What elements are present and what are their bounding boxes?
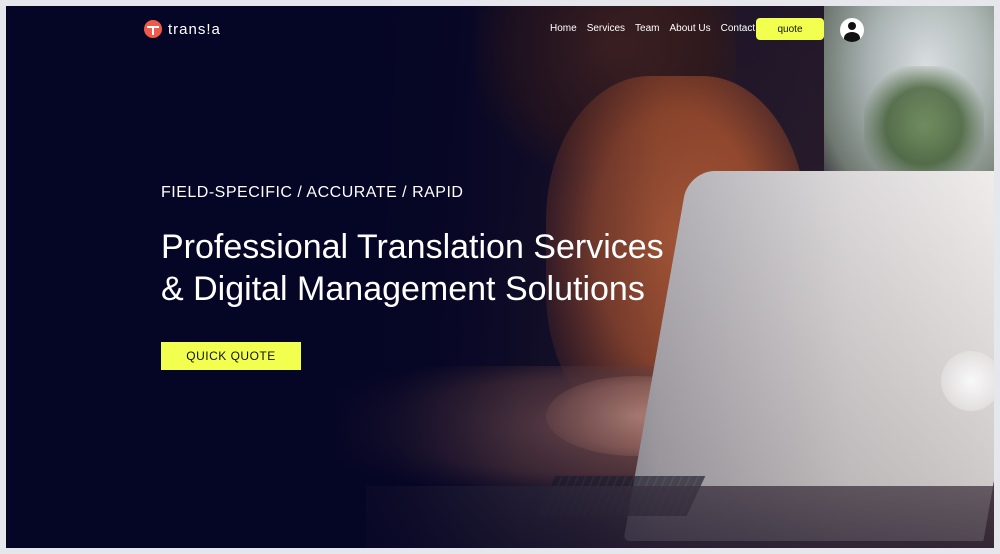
brand-logo-icon (144, 20, 162, 38)
hero-section: trans!a Home Services Team About Us Cont… (6, 6, 994, 548)
hero-headline-line-1: Professional Translation Services (161, 228, 664, 266)
site-header: trans!a Home Services Team About Us Cont… (6, 6, 994, 56)
hero-tagline: FIELD-SPECIFIC / ACCURATE / RAPID (161, 184, 464, 201)
nav-item-about-us[interactable]: About Us (670, 23, 711, 34)
avatar-body (844, 32, 860, 42)
nav-item-home[interactable]: Home (550, 23, 577, 34)
main-nav: Home Services Team About Us Contact (550, 23, 755, 34)
brand-name: trans!a (168, 20, 221, 38)
nav-item-contact[interactable]: Contact (721, 23, 755, 34)
hero-headline-line-2: & Digital Management Solutions (161, 270, 645, 308)
user-circle-icon[interactable] (840, 18, 864, 42)
avatar-head (848, 22, 856, 30)
nav-item-team[interactable]: Team (635, 23, 659, 34)
quote-button[interactable]: quote (756, 18, 824, 40)
brand-logo[interactable]: trans!a (144, 20, 221, 38)
quick-quote-button[interactable]: QUICK QUOTE (161, 342, 301, 370)
nav-item-services[interactable]: Services (587, 23, 625, 34)
hero-headline: Professional Translation Services & Digi… (161, 226, 761, 310)
